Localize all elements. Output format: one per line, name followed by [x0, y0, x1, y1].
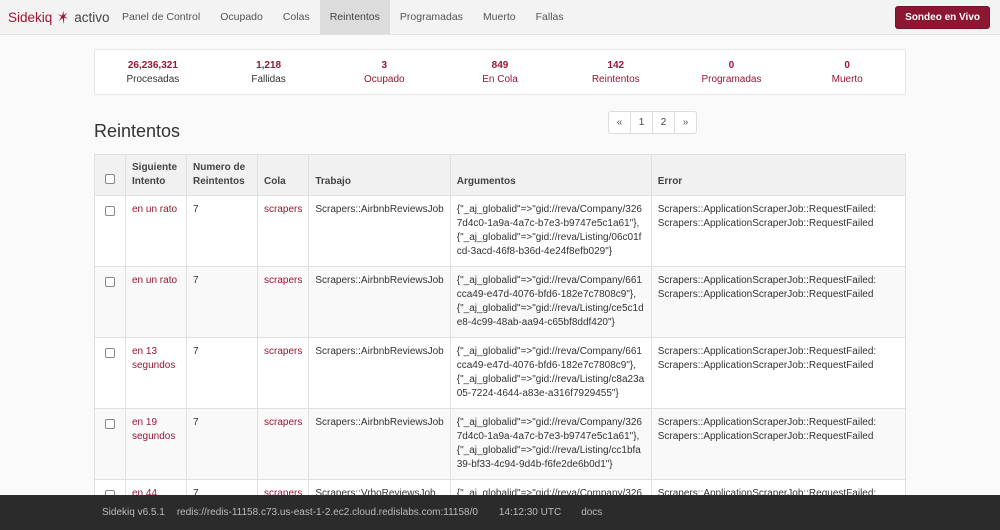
error-message: Scrapers::ApplicationScraperJob::Request… — [650, 266, 907, 338]
summary-bar: 26,236,321 Procesadas 1,218 Fallidas 3 Ocup… — [94, 49, 906, 95]
nav-item-busy[interactable]: Ocupado — [210, 0, 273, 34]
retry-count: 7 — [186, 337, 258, 409]
row-select-cell — [94, 266, 126, 338]
footer-version: Sidekiq v6.5.1 — [102, 507, 165, 518]
brand-status: activo — [74, 9, 110, 25]
stat-enqueued[interactable]: 849 En Cola — [442, 50, 558, 94]
header-error: Error — [650, 154, 907, 196]
stat-label: Procesadas — [126, 74, 180, 85]
stat-label: En Cola — [482, 74, 518, 85]
error-message: Scrapers::ApplicationScraperJob::Request… — [650, 408, 907, 480]
nav-item-queues[interactable]: Colas — [273, 0, 320, 34]
next-retry-link[interactable]: en 19 segundos — [125, 408, 187, 480]
job-class: Scrapers::AirbnbReviewsJob — [308, 266, 451, 338]
row-checkbox[interactable] — [105, 419, 115, 429]
job-arguments: {"_aj_globalid"=>"gid://reva/Company/661… — [449, 337, 652, 409]
stat-value: 0 — [728, 60, 735, 71]
job-class: Scrapers::AirbnbReviewsJob — [308, 408, 451, 480]
table-row: en un rato 7 scrapers Scrapers::AirbnbRe… — [94, 266, 907, 338]
stat-label: Programadas — [701, 74, 762, 85]
table-row: en un rato 7 scrapers Scrapers::AirbnbRe… — [94, 195, 907, 267]
nav-item-failures[interactable]: Fallas — [526, 0, 574, 34]
header-next-retry: Siguiente Intento — [125, 154, 187, 196]
error-message: Scrapers::ApplicationScraperJob::Request… — [650, 337, 907, 409]
table-header-row: Siguiente Intento Numero de Reintentos C… — [94, 154, 907, 196]
pagination-prev-button[interactable]: « — [608, 111, 631, 134]
queue-link[interactable]: scrapers — [256, 337, 310, 409]
stat-label: Fallidas — [251, 74, 286, 85]
nav-item-dashboard[interactable]: Panel de Control — [112, 0, 210, 34]
job-class: Scrapers::AirbnbReviewsJob — [308, 337, 451, 409]
stat-label: Muerto — [831, 74, 863, 85]
retry-count: 7 — [186, 266, 258, 338]
queue-link[interactable]: scrapers — [256, 408, 310, 480]
row-checkbox[interactable] — [105, 348, 115, 358]
stat-scheduled[interactable]: 0 Programadas — [674, 50, 790, 94]
footer-server-time: 14:12:30 UTC — [498, 507, 562, 518]
row-checkbox[interactable] — [105, 277, 115, 287]
header-arguments: Argumentos — [449, 154, 652, 196]
top-navbar: Sidekiq activo Panel de Control Ocupado … — [0, 0, 1000, 35]
pagination-page-1[interactable]: 1 — [630, 111, 653, 134]
pagination-next-button[interactable]: » — [674, 111, 697, 134]
nav-item-retries[interactable]: Reintentos — [319, 0, 390, 34]
table-row: en 19 segundos 7 scrapers Scrapers::Airb… — [94, 408, 907, 480]
stat-value: 3 — [381, 60, 388, 71]
next-retry-link[interactable]: en un rato — [125, 195, 187, 267]
brand[interactable]: Sidekiq activo — [0, 0, 112, 34]
stat-retries[interactable]: 142 Reintentos — [558, 50, 674, 94]
queue-link[interactable]: scrapers — [256, 195, 310, 267]
stat-busy[interactable]: 3 Ocupado — [326, 50, 442, 94]
stat-label: Ocupado — [364, 74, 405, 85]
header-job: Trabajo — [308, 154, 451, 196]
brand-name[interactable]: Sidekiq — [8, 10, 52, 25]
retries-table: Siguiente Intento Numero de Reintentos C… — [94, 154, 907, 530]
job-arguments: {"_aj_globalid"=>"gid://reva/Company/326… — [449, 195, 652, 267]
footer: Sidekiq v6.5.1 redis://redis-11158.c73.u… — [0, 495, 1000, 530]
error-message: Scrapers::ApplicationScraperJob::Request… — [650, 195, 907, 267]
row-select-cell — [94, 337, 126, 409]
pagination: « 1 2 » — [608, 111, 697, 134]
pagination-page-2[interactable]: 2 — [652, 111, 675, 134]
footer-redis-url: redis://redis-11158.c73.us-east-1-2.ec2.… — [176, 507, 478, 518]
nav-item-scheduled[interactable]: Programadas — [390, 0, 473, 34]
stat-value: 1,218 — [256, 60, 282, 71]
header-retry-count: Numero de Reintentos — [186, 154, 258, 196]
row-checkbox[interactable] — [105, 206, 115, 216]
stat-value: 26,236,321 — [127, 60, 178, 71]
next-retry-link[interactable]: en un rato — [125, 266, 187, 338]
job-class: Scrapers::AirbnbReviewsJob — [308, 195, 451, 267]
stat-failed[interactable]: 1,218 Fallidas — [211, 50, 327, 94]
table-row: en 13 segundos 7 scrapers Scrapers::Airb… — [94, 337, 907, 409]
retry-count: 7 — [186, 195, 258, 267]
page-title: Reintentos — [94, 121, 181, 141]
header-queue: Cola — [256, 154, 310, 196]
nav-item-dead[interactable]: Muerto — [473, 0, 526, 34]
stat-label: Reintentos — [591, 74, 640, 85]
job-arguments: {"_aj_globalid"=>"gid://reva/Company/661… — [449, 266, 652, 338]
select-all-checkbox[interactable] — [105, 174, 115, 184]
main-nav: Panel de Control Ocupado Colas Reintento… — [112, 0, 574, 34]
stat-value: 849 — [491, 60, 509, 71]
retry-count: 7 — [186, 408, 258, 480]
stat-value: 0 — [844, 60, 850, 71]
stat-processed[interactable]: 26,236,321 Procesadas — [95, 50, 211, 94]
sidekiq-logo-icon — [58, 10, 69, 24]
row-select-cell — [94, 195, 126, 267]
stat-value: 142 — [607, 60, 625, 71]
footer-docs-link[interactable]: docs — [581, 507, 602, 518]
live-poll-button[interactable]: Sondeo en Vivo — [895, 6, 990, 29]
queue-link[interactable]: scrapers — [256, 266, 310, 338]
stat-dead[interactable]: 0 Muerto — [789, 50, 905, 94]
header-select-all — [94, 154, 126, 196]
next-retry-link[interactable]: en 13 segundos — [125, 337, 187, 409]
row-select-cell — [94, 408, 126, 480]
job-arguments: {"_aj_globalid"=>"gid://reva/Company/326… — [449, 408, 652, 480]
